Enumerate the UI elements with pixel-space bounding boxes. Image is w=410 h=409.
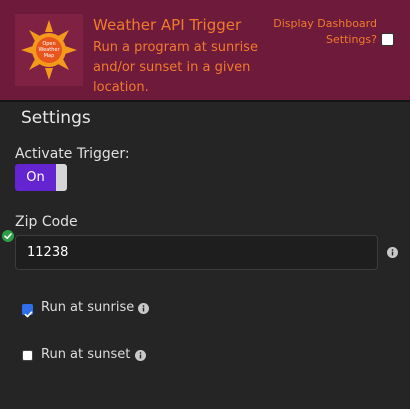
run-at-sunset-checkbox[interactable] (22, 350, 33, 361)
toggle-on-label: On (15, 164, 56, 191)
app-header: Open Weather Map Weather API Trigger Run… (0, 0, 410, 100)
app-title: Weather API Trigger (93, 16, 242, 34)
zip-info-icon[interactable] (387, 247, 398, 258)
display-dashboard-checkbox[interactable] (381, 33, 394, 46)
openweathermap-logo: Open Weather Map (15, 14, 83, 86)
zip-code-input[interactable] (15, 235, 378, 270)
display-dashboard-label-line1: Display Dashboard (273, 17, 377, 30)
run-at-sunrise-label: Run at sunrise (41, 300, 135, 315)
sunset-info-icon[interactable] (135, 350, 146, 361)
activate-trigger-label: Activate Trigger: (15, 146, 130, 162)
settings-heading: Settings (21, 108, 91, 128)
run-at-sunrise-checkbox[interactable] (22, 304, 33, 318)
sunrise-info-icon[interactable] (138, 303, 149, 314)
display-dashboard-label: Display Dashboard Settings? (273, 16, 377, 48)
logo-line-3: Map (44, 53, 55, 59)
zip-code-label: Zip Code (15, 214, 78, 230)
toggle-knob (56, 164, 67, 191)
checkmark-icon (24, 311, 33, 318)
sun-logo-icon: Open Weather Map (21, 20, 77, 80)
display-dashboard-label-line2: Settings? (326, 33, 377, 46)
activate-trigger-toggle[interactable]: On (15, 164, 67, 191)
header-divider (0, 100, 410, 102)
app-description: Run a program at sunrise and/or sunset i… (93, 40, 258, 95)
run-at-sunset-label: Run at sunset (41, 347, 131, 362)
valid-check-icon (2, 230, 14, 242)
